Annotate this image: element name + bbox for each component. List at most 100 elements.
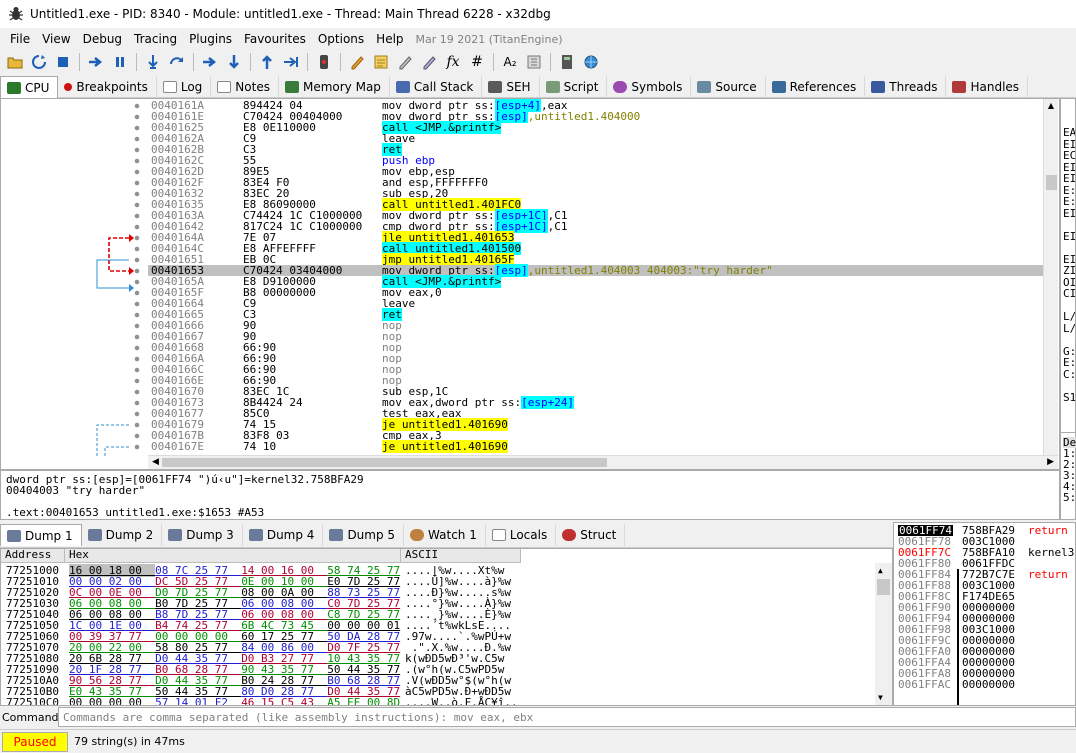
stack-view[interactable]: 0061FF74 758BFA29 return 0061FF78 003C1000 00… — [893, 522, 1076, 706]
dump-header-hex[interactable]: Hex — [65, 549, 401, 563]
breakpoint-dot[interactable] — [134, 400, 140, 406]
disasm-row[interactable]: 00401673 8B4424 24 mov eax,dword ptr ss:[e… — [148, 396, 1043, 409]
disasm-row[interactable]: 0040162A C9 leave — [148, 133, 1043, 144]
disasm-row[interactable]: 0040167E 74 10 je untitled1.401690 — [148, 440, 1043, 453]
disasm-row[interactable]: 00401677 85C0 test eax,eax — [148, 408, 1043, 419]
breakpoint-dot[interactable] — [134, 334, 140, 340]
tab-threads[interactable]: Threads — [865, 76, 947, 98]
fx-icon[interactable]: fx — [442, 51, 464, 73]
step-over-icon[interactable] — [166, 51, 188, 73]
comment-icon[interactable] — [346, 51, 368, 73]
breakpoint-dot[interactable] — [134, 279, 140, 285]
breakpoint-dot[interactable] — [134, 411, 140, 417]
step-into-icon[interactable] — [142, 51, 164, 73]
bookmark-icon[interactable] — [394, 51, 416, 73]
breakpoint-dot[interactable] — [134, 246, 140, 252]
breakpoint-dot[interactable] — [134, 158, 140, 164]
menu-debug[interactable]: Debug — [77, 32, 128, 46]
disassembly-horizontal-scrollbar[interactable]: ◀ ▶ — [148, 455, 1058, 469]
disasm-row[interactable]: 0040165F B8 00000000 mov eax,0 — [148, 287, 1043, 298]
disasm-row[interactable]: 00401667 90 nop — [148, 331, 1043, 342]
disassembly-scroll-thumb[interactable] — [1046, 175, 1057, 190]
breakpoint-dot[interactable] — [134, 367, 140, 373]
run-to-user-code-icon[interactable] — [280, 51, 302, 73]
tab-references[interactable]: References — [766, 76, 866, 98]
settings-icon[interactable] — [523, 51, 545, 73]
tab-dump-2[interactable]: Dump 2 — [82, 524, 163, 546]
disassembly-vertical-scrollbar[interactable]: ▲ — [1043, 99, 1058, 455]
menu-favourites[interactable]: Favourites — [238, 32, 312, 46]
dump-header-ascii[interactable]: ASCII — [401, 549, 521, 563]
tab-log[interactable]: Log — [157, 76, 212, 98]
tab-call-stack[interactable]: Call Stack — [390, 76, 483, 98]
restart-icon[interactable] — [28, 51, 50, 73]
globe-icon[interactable] — [580, 51, 602, 73]
breakpoint-dot[interactable] — [134, 169, 140, 175]
pause-icon[interactable] — [109, 51, 131, 73]
breakpoint-dot[interactable] — [134, 444, 140, 450]
command-input[interactable]: Commands are comma separated (like assem… — [58, 707, 1076, 727]
breakpoint-dot[interactable] — [134, 268, 140, 274]
tab-dump-1[interactable]: Dump 1 — [0, 524, 82, 546]
font-icon[interactable]: A₂ — [499, 51, 521, 73]
breakpoint-dot[interactable] — [134, 257, 140, 263]
menu-tracing[interactable]: Tracing — [128, 32, 183, 46]
tab-symbols[interactable]: Symbols — [607, 76, 692, 98]
breakpoint-dot[interactable] — [134, 147, 140, 153]
breakpoint-dot[interactable] — [134, 378, 140, 384]
menu-view[interactable]: View — [36, 32, 76, 46]
breakpoint-dot[interactable] — [134, 114, 140, 120]
stack-row[interactable]: 0061FFAC 00000000 — [894, 679, 1075, 690]
breakpoint-dot[interactable] — [134, 345, 140, 351]
tab-notes[interactable]: Notes — [211, 76, 279, 98]
dump-scroll-thumb[interactable] — [877, 579, 890, 595]
tab-source[interactable]: Source — [691, 76, 766, 98]
hash-icon[interactable]: # — [466, 51, 488, 73]
tab-dump-3[interactable]: Dump 3 — [162, 524, 243, 546]
disasm-row[interactable]: 0040166A 66:90 nop — [148, 353, 1043, 364]
open-icon[interactable] — [4, 51, 26, 73]
breakpoint-dot[interactable] — [134, 312, 140, 318]
stop-icon[interactable] — [52, 51, 74, 73]
dump-header-address[interactable]: Address — [1, 549, 65, 563]
disassembly-view[interactable]: 0040161A 894424 04 mov dword ptr ss:[esp+4… — [148, 99, 1043, 455]
tab-breakpoints[interactable]: Breakpoints — [58, 76, 157, 98]
tab-script[interactable]: Script — [540, 76, 608, 98]
breakpoint-dot[interactable] — [134, 125, 140, 131]
breakpoint-dot[interactable] — [134, 433, 140, 439]
dump-vertical-scrollbar[interactable]: ▲ ▼ — [875, 563, 892, 705]
disasm-row[interactable]: 0040164C E8 AFFEFFFF call untitled1.401500 — [148, 242, 1043, 255]
trace-over-icon[interactable] — [223, 51, 245, 73]
patch-icon[interactable] — [313, 51, 335, 73]
function-icon[interactable] — [418, 51, 440, 73]
execute-till-return-icon[interactable] — [256, 51, 278, 73]
disasm-row[interactable]: 00401625 E8 0E110000 call <JMP.&printf> — [148, 121, 1043, 134]
disasm-row[interactable]: 00401664 C9 leave — [148, 298, 1043, 309]
breakpoint-dot[interactable] — [134, 180, 140, 186]
disasm-row[interactable]: 0040162C 55 push ebp — [148, 155, 1043, 166]
horizontal-scroll-thumb[interactable] — [162, 458, 607, 467]
breakpoint-dot[interactable] — [134, 136, 140, 142]
tab-seh[interactable]: SEH — [482, 76, 540, 98]
tab-cpu[interactable]: CPU — [0, 76, 59, 98]
disasm-row[interactable]: 00401666 90 nop — [148, 320, 1043, 331]
disasm-row[interactable]: 0040167B 83F8 03 cmp eax,3 — [148, 430, 1043, 441]
breakpoint-dot[interactable] — [134, 290, 140, 296]
disasm-row[interactable]: 0040166C 66:90 nop — [148, 364, 1043, 375]
menu-file[interactable]: File — [4, 32, 36, 46]
tab-dump-4[interactable]: Dump 4 — [243, 524, 324, 546]
disasm-row[interactable]: 00401668 66:90 nop — [148, 342, 1043, 353]
breakpoint-dot[interactable] — [134, 356, 140, 362]
breakpoint-dot[interactable] — [134, 224, 140, 230]
disasm-row[interactable]: 0040162B C3 ret — [148, 143, 1043, 156]
tab-struct[interactable]: Struct — [556, 524, 626, 546]
run-icon[interactable] — [85, 51, 107, 73]
breakpoint-dot[interactable] — [134, 235, 140, 241]
dump-view[interactable]: Address Hex ASCII 77251000 16 00 18 00 08… — [0, 548, 893, 706]
breakpoint-dot[interactable] — [134, 323, 140, 329]
disasm-row[interactable]: 00401642 817C24 1C C1000000 cmp dword ptr … — [148, 220, 1043, 233]
breakpoint-dot[interactable] — [134, 202, 140, 208]
menu-options[interactable]: Options — [312, 32, 370, 46]
breakpoint-dot[interactable] — [134, 389, 140, 395]
label-icon[interactable] — [370, 51, 392, 73]
